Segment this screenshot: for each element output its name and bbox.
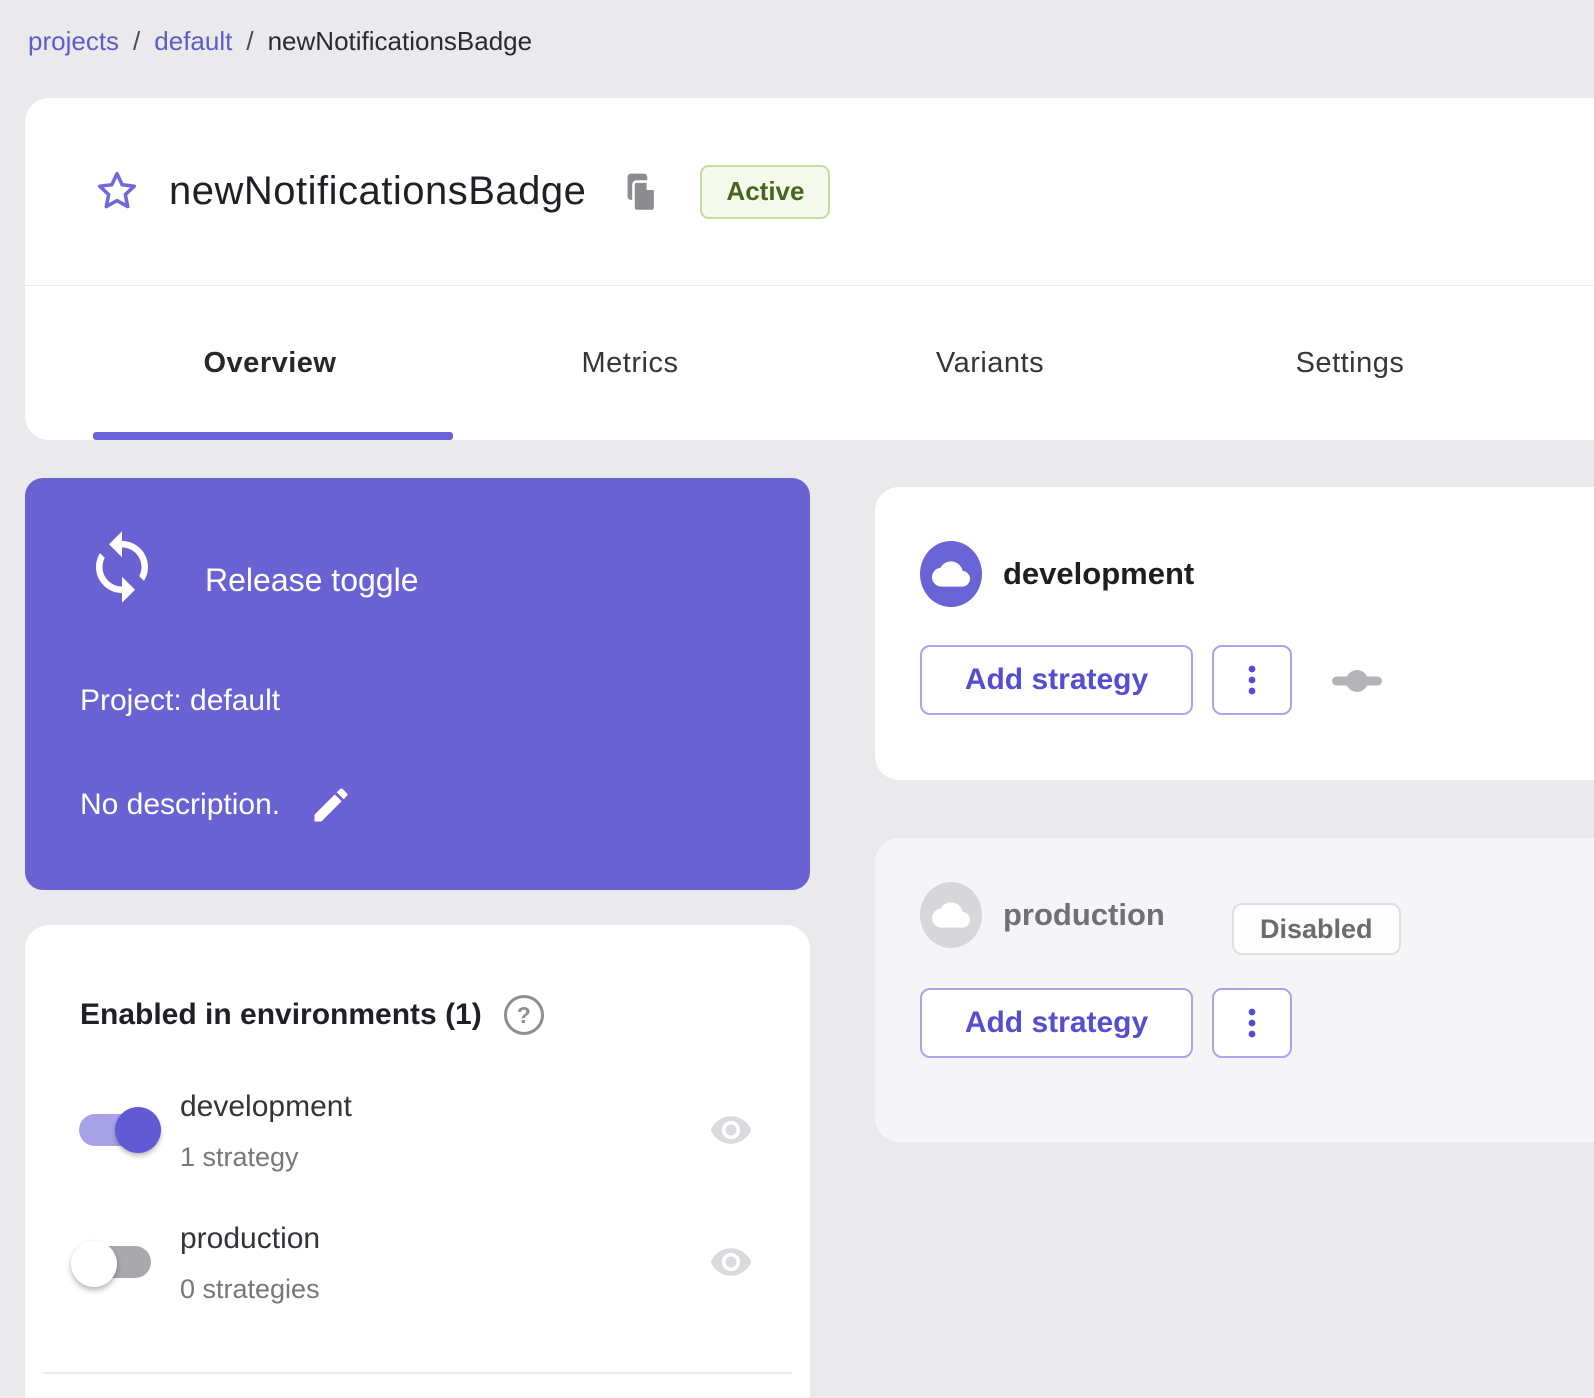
description-line: No description. xyxy=(80,782,354,828)
project-label: Project: default xyxy=(80,684,280,718)
eye-icon[interactable] xyxy=(707,1240,755,1289)
question-circle-icon[interactable]: ? xyxy=(504,995,544,1035)
feature-toggle-page: projects / default / newNotificationsBad… xyxy=(0,0,1594,1398)
tab-overview[interactable]: Overview xyxy=(90,286,450,441)
tab-bar: Overview Metrics Variants Settings xyxy=(25,285,1594,440)
copy-name-icon[interactable] xyxy=(622,170,662,214)
toggle-thumb xyxy=(71,1241,117,1287)
breadcrumb-separator: / xyxy=(133,26,140,57)
feature-header-card: newNotificationsBadge Active Overview Me… xyxy=(25,98,1594,440)
env-row-name: development xyxy=(180,1090,352,1124)
status-badge: Active xyxy=(700,165,830,219)
cloud-icon xyxy=(920,882,982,948)
add-strategy-button-production[interactable]: Add strategy xyxy=(920,988,1193,1058)
env-row-name: production xyxy=(180,1222,320,1256)
active-tab-indicator xyxy=(93,432,453,440)
tab-metrics[interactable]: Metrics xyxy=(450,286,810,441)
breadcrumb-default-link[interactable]: default xyxy=(154,26,232,57)
sync-icon xyxy=(83,528,161,611)
tab-settings[interactable]: Settings xyxy=(1170,286,1530,441)
env-toggle-production[interactable] xyxy=(73,1238,161,1286)
environment-name: production xyxy=(1003,882,1165,948)
panel-divider xyxy=(43,1372,792,1374)
slider-icon[interactable] xyxy=(1327,662,1387,705)
environment-card-production: production Disabled Add strategy xyxy=(875,838,1594,1142)
breadcrumb-current: newNotificationsBadge xyxy=(268,26,533,57)
env-row-detail: 1 strategy xyxy=(180,1142,299,1173)
enabled-environments-heading: Enabled in environments (1) ? xyxy=(80,995,544,1035)
enabled-environments-panel: Enabled in environments (1) ? developmen… xyxy=(25,925,810,1398)
breadcrumb: projects / default / newNotificationsBad… xyxy=(28,26,532,57)
toggle-thumb xyxy=(115,1107,161,1153)
environment-name: development xyxy=(1003,541,1194,607)
panel-title: Enabled in environments (1) xyxy=(80,998,482,1032)
env-row-detail: 0 strategies xyxy=(180,1274,320,1305)
disabled-status-badge: Disabled xyxy=(1232,903,1401,955)
kebab-menu-icon[interactable] xyxy=(1212,988,1292,1058)
breadcrumb-separator: / xyxy=(246,26,253,57)
toggle-type-label: Release toggle xyxy=(205,562,418,599)
add-strategy-button-development[interactable]: Add strategy xyxy=(920,645,1193,715)
feature-header-row: newNotificationsBadge Active xyxy=(25,98,1594,285)
cloud-icon xyxy=(920,541,982,607)
description-text: No description. xyxy=(80,788,280,822)
environment-card-development: development Add strategy xyxy=(875,487,1594,780)
breadcrumb-projects-link[interactable]: projects xyxy=(28,26,119,57)
page-title: newNotificationsBadge xyxy=(169,169,586,214)
favorite-star-icon[interactable] xyxy=(91,166,143,218)
toggle-info-card: Release toggle Project: default No descr… xyxy=(25,478,810,890)
kebab-menu-icon[interactable] xyxy=(1212,645,1292,715)
env-toggle-development[interactable] xyxy=(73,1106,161,1154)
tab-variants[interactable]: Variants xyxy=(810,286,1170,441)
eye-icon[interactable] xyxy=(707,1108,755,1157)
edit-description-pencil-icon[interactable] xyxy=(308,782,354,828)
